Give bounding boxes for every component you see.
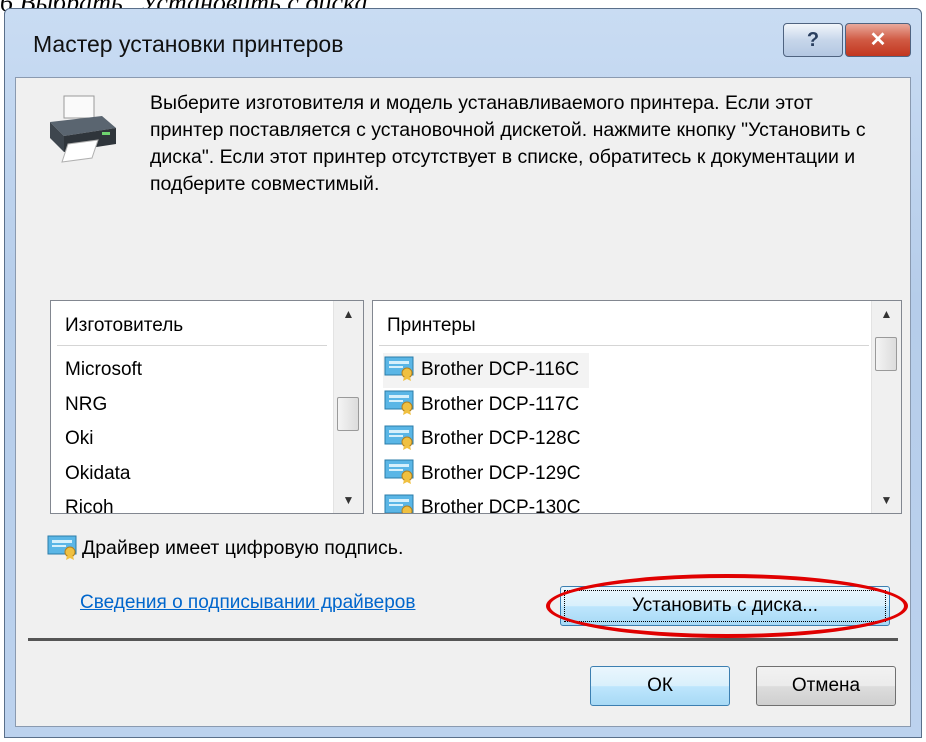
printer-wizard-window: Мастер установки принтеров ? ✕ Выберите … [4,8,922,738]
manufacturer-item[interactable]: NRG [51,388,333,423]
printer-item-label: Brother DCP-130C [421,497,581,514]
certificate-icon [384,494,414,513]
certificate-icon [47,535,77,560]
printer-item-label: Brother DCP-117C [421,393,580,415]
signed-driver-text: Драйвер имеет цифровую подпись. [82,537,404,560]
scroll-thumb[interactable] [875,337,897,371]
manufacturer-item[interactable]: Okidata [51,457,333,492]
printer-item[interactable]: Brother DCP-130C [373,491,871,514]
manufacturer-scrollbar[interactable]: ▲ ▼ [333,301,363,513]
manufacturer-list-header: Изготовитель [65,315,184,336]
printer-item-label: Brother DCP-128C [421,428,581,449]
printer-model-list[interactable]: Принтеры Brother DCP-116C Brother DCP-11… [372,300,902,514]
printer-scrollbar[interactable]: ▲ ▼ [871,301,901,513]
title-bar[interactable]: Мастер установки принтеров ? ✕ [5,9,921,79]
scroll-up-arrow-icon[interactable]: ▲ [872,301,901,327]
help-button[interactable]: ? [783,23,843,57]
manufacturer-item[interactable]: Oki [51,422,333,457]
certificate-icon [384,390,414,416]
printer-item[interactable]: Brother DCP-129C [373,457,871,492]
header-divider [57,345,327,346]
printer-item[interactable]: Brother DCP-128C [373,422,871,457]
printer-list-header: Принтеры [387,315,476,336]
scroll-thumb[interactable] [337,397,359,431]
ok-button[interactable]: ОК [590,666,730,706]
manufacturer-item[interactable]: Microsoft [51,353,333,388]
scroll-up-arrow-icon[interactable]: ▲ [334,301,363,327]
printer-item[interactable]: Brother DCP-117C [373,388,871,423]
window-title: Мастер установки принтеров [33,31,344,57]
dialog-body: Выберите изготовителя и модель устанавли… [15,77,911,727]
printer-icon [50,95,116,163]
signed-driver-notice: Драйвер имеет цифровую подпись. [46,535,404,562]
instructions-text: Выберите изготовителя и модель устанавли… [150,92,866,195]
cancel-button[interactable]: Отмена [756,666,896,706]
certificate-icon [384,356,414,381]
printer-item-label: Brother DCP-129C [421,462,581,484]
install-from-disk-label: Установить с диска... [631,595,819,616]
printer-item-label: Brother DCP-116C [421,359,580,380]
manufacturer-list[interactable]: Изготовитель Microsoft NRG Oki Okidata R… [50,300,364,514]
close-button[interactable]: ✕ [845,23,911,57]
dialog-separator [28,638,898,641]
printer-item[interactable]: Brother DCP-116C [373,353,871,388]
scroll-down-arrow-icon[interactable]: ▼ [334,487,363,513]
driver-signing-info-link[interactable]: Сведения о подписывании драйверов [80,592,415,614]
scroll-down-arrow-icon[interactable]: ▼ [872,487,901,513]
install-from-disk-button[interactable]: Установить с диска... [560,586,890,626]
header-divider [379,345,869,346]
certificate-icon [384,425,414,450]
manufacturer-item[interactable]: Ricoh [51,491,333,513]
certificate-icon [384,459,414,485]
